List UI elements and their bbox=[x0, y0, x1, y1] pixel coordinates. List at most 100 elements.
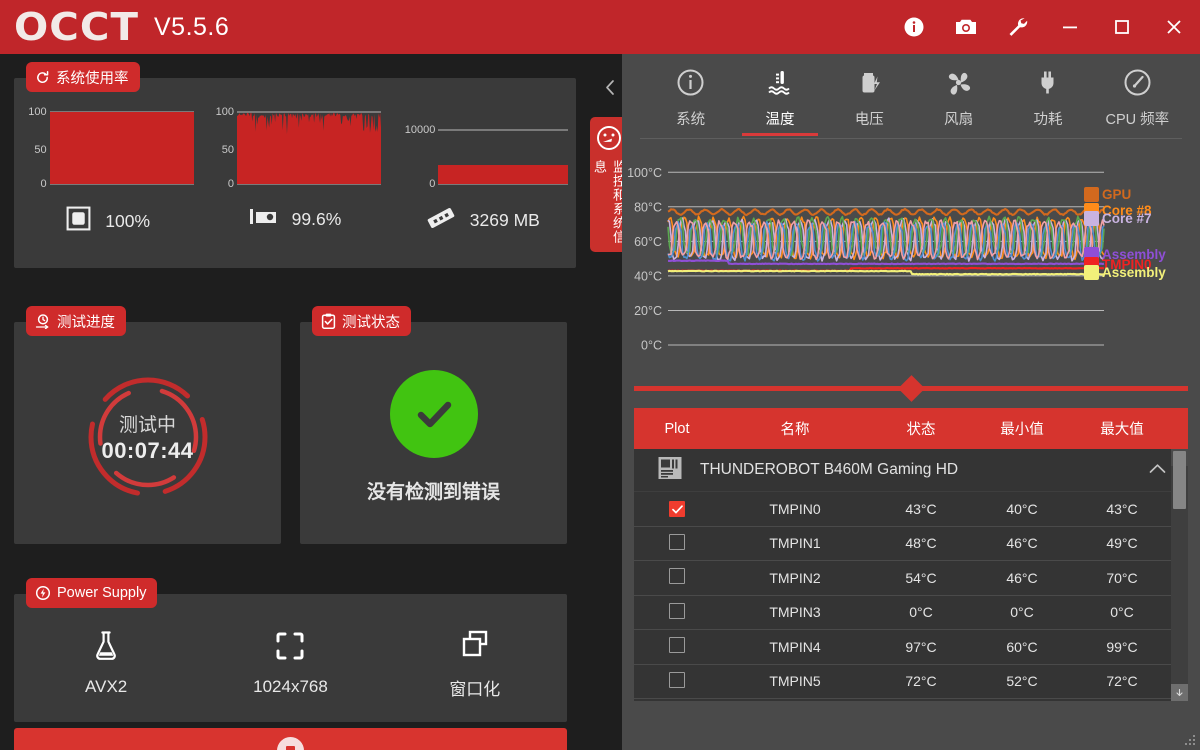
plot-checkbox[interactable] bbox=[669, 637, 685, 654]
device-group-row[interactable]: THUNDEROBOT B460M Gaming HD bbox=[634, 449, 1188, 492]
progress-elapsed: 00:07:44 bbox=[101, 438, 194, 463]
plot-checkbox[interactable] bbox=[669, 568, 685, 585]
gpu-tick-2: 0 bbox=[227, 178, 234, 190]
tab-temperature[interactable]: 温度 bbox=[735, 68, 824, 136]
memory-usage-chart: 10000 0 bbox=[396, 106, 569, 190]
close-button[interactable] bbox=[1148, 0, 1200, 54]
psu-window-mode-label: 窗口化 bbox=[449, 679, 501, 699]
sensor-table-header: Plot 名称 状态 最小值 最大值 bbox=[634, 408, 1188, 449]
app-version: V5.5.6 bbox=[154, 12, 230, 41]
column-min: 最小值 bbox=[1000, 422, 1044, 438]
legend-swatch bbox=[1084, 265, 1099, 280]
chevron-up-icon[interactable] bbox=[1149, 461, 1166, 479]
flask-icon bbox=[89, 629, 123, 668]
tab-fan[interactable]: 风扇 bbox=[914, 68, 1003, 134]
scroll-down-button[interactable] bbox=[1171, 684, 1188, 701]
tab-power[interactable]: 功耗 bbox=[1003, 68, 1092, 134]
sensor-name: TMPIN1 bbox=[769, 535, 821, 552]
table-row[interactable]: TMPIN0 43°C 40°C 43°C bbox=[634, 492, 1188, 527]
gpu-readout: 99.6% bbox=[249, 205, 342, 234]
gauge-face-icon bbox=[596, 125, 622, 156]
table-row[interactable]: TMPIN5 72°C 52°C 72°C bbox=[634, 665, 1188, 699]
chart-time-slider[interactable] bbox=[634, 375, 1188, 402]
tab-temperature-label: 温度 bbox=[765, 112, 795, 128]
sensor-name: TMPIN4 bbox=[769, 638, 821, 655]
svg-text:0°C: 0°C bbox=[641, 339, 662, 353]
gpu-usage-chart: 100 50 0 bbox=[209, 106, 381, 190]
tab-cpu-frequency-label: CPU 频率 bbox=[1105, 112, 1170, 128]
sensor-state: 43°C bbox=[905, 500, 937, 517]
cpu-plot bbox=[49, 106, 194, 188]
plot-checkbox-cell bbox=[634, 568, 720, 587]
titlebar-buttons bbox=[888, 0, 1200, 54]
gpu-plot bbox=[236, 106, 381, 188]
plot-checkbox[interactable] bbox=[669, 602, 685, 619]
system-usage-title: 系统使用率 bbox=[56, 70, 129, 87]
memory-axis-ticks: 10000 0 bbox=[396, 106, 438, 190]
sensor-min: 46°C bbox=[1006, 569, 1038, 586]
tab-power-label: 功耗 bbox=[1033, 112, 1063, 128]
camera-button[interactable] bbox=[940, 0, 992, 54]
gauge-cpu: 100 50 0 100% bbox=[14, 106, 201, 268]
monitor-tabs: 系统 温度 电压 风扇 功耗 CPU 频率 bbox=[622, 54, 1200, 136]
power-supply-tag: Power Supply bbox=[26, 578, 158, 608]
left-column: 系统使用率 100 50 0 100% 100 50 0 99.6% 10000… bbox=[0, 54, 590, 750]
gpu-tick-0: 100 bbox=[215, 106, 234, 118]
plot-checkbox-cell bbox=[634, 602, 720, 622]
device-name: THUNDEROBOT B460M Gaming HD bbox=[700, 461, 959, 478]
maximize-button[interactable] bbox=[1096, 0, 1148, 54]
cpu-axis-ticks: 100 50 0 bbox=[22, 106, 50, 190]
tab-voltage[interactable]: 电压 bbox=[825, 68, 914, 134]
plot-checkbox[interactable] bbox=[669, 533, 685, 550]
tab-cpu-frequency[interactable]: CPU 频率 bbox=[1093, 68, 1182, 134]
mem-tick-0: 10000 bbox=[404, 124, 436, 136]
status-message: 没有检测到错误 bbox=[366, 482, 500, 503]
psu-resolution-label: 1024x768 bbox=[253, 677, 328, 696]
info-button[interactable] bbox=[888, 0, 940, 54]
gpu-icon bbox=[249, 205, 279, 234]
sensor-max: 43°C bbox=[1106, 500, 1138, 517]
legend-item: Core #7 bbox=[1084, 211, 1152, 226]
gpu-tick-1: 50 bbox=[221, 144, 234, 156]
plot-checkbox-cell bbox=[634, 533, 720, 553]
power-supply-options: AVX2 1024x768 窗口化 bbox=[14, 594, 567, 722]
table-row[interactable]: TMPIN3 0°C 0°C 0°C bbox=[634, 596, 1188, 630]
collapse-panel-button[interactable] bbox=[598, 74, 622, 100]
table-row[interactable]: TMPIN2 54°C 46°C 70°C bbox=[634, 561, 1188, 596]
sensor-state: 48°C bbox=[905, 535, 937, 552]
minimize-button[interactable] bbox=[1044, 0, 1096, 54]
settings-button[interactable] bbox=[992, 0, 1044, 54]
plot-checkbox[interactable] bbox=[669, 671, 685, 688]
cpu-readout: 100% bbox=[65, 205, 150, 237]
tab-voltage-label: 电压 bbox=[854, 112, 884, 128]
svg-text:80°C: 80°C bbox=[634, 200, 662, 214]
svg-text:20°C: 20°C bbox=[634, 304, 662, 318]
psu-option-resolution[interactable]: 1024x768 bbox=[198, 629, 382, 697]
sensor-min: 46°C bbox=[1006, 535, 1038, 552]
table-row[interactable]: TMPIN4 97°C 60°C 99°C bbox=[634, 630, 1188, 665]
table-row[interactable]: TMPIN1 48°C 46°C 49°C bbox=[634, 527, 1188, 561]
plot-checkbox[interactable] bbox=[669, 501, 685, 517]
column-state: 状态 bbox=[906, 422, 936, 438]
scrollbar-thumb[interactable] bbox=[1173, 451, 1186, 509]
app-logo: OCCT V5.5.6 bbox=[14, 5, 229, 49]
tab-fan-label: 风扇 bbox=[944, 112, 974, 128]
sensor-state: 0°C bbox=[909, 604, 933, 621]
sensor-table-scrollbar[interactable] bbox=[1171, 449, 1188, 701]
stopwatch-icon bbox=[35, 313, 51, 329]
psu-option-window-mode[interactable]: 窗口化 bbox=[383, 627, 567, 700]
test-status-title: 测试状态 bbox=[342, 314, 400, 331]
stop-test-button[interactable] bbox=[14, 728, 567, 750]
gpu-axis-ticks: 100 50 0 bbox=[209, 106, 237, 190]
title-bar: OCCT V5.5.6 bbox=[0, 0, 1200, 54]
sensor-table-body: THUNDEROBOT B460M Gaming HD TMPIN0 43°C 40… bbox=[634, 449, 1188, 701]
gpu-usage-value: 99.6% bbox=[291, 209, 342, 229]
cpu-tick-1: 50 bbox=[34, 144, 47, 156]
legend-label: Core #7 bbox=[1102, 211, 1152, 226]
status-ok-icon bbox=[389, 370, 478, 458]
slider-handle[interactable] bbox=[897, 375, 925, 402]
cpu-usage-chart: 100 50 0 bbox=[22, 106, 194, 190]
psu-option-instruction-set[interactable]: AVX2 bbox=[14, 629, 198, 697]
resize-grip[interactable] bbox=[1183, 733, 1197, 747]
tab-system[interactable]: 系统 bbox=[646, 68, 735, 134]
